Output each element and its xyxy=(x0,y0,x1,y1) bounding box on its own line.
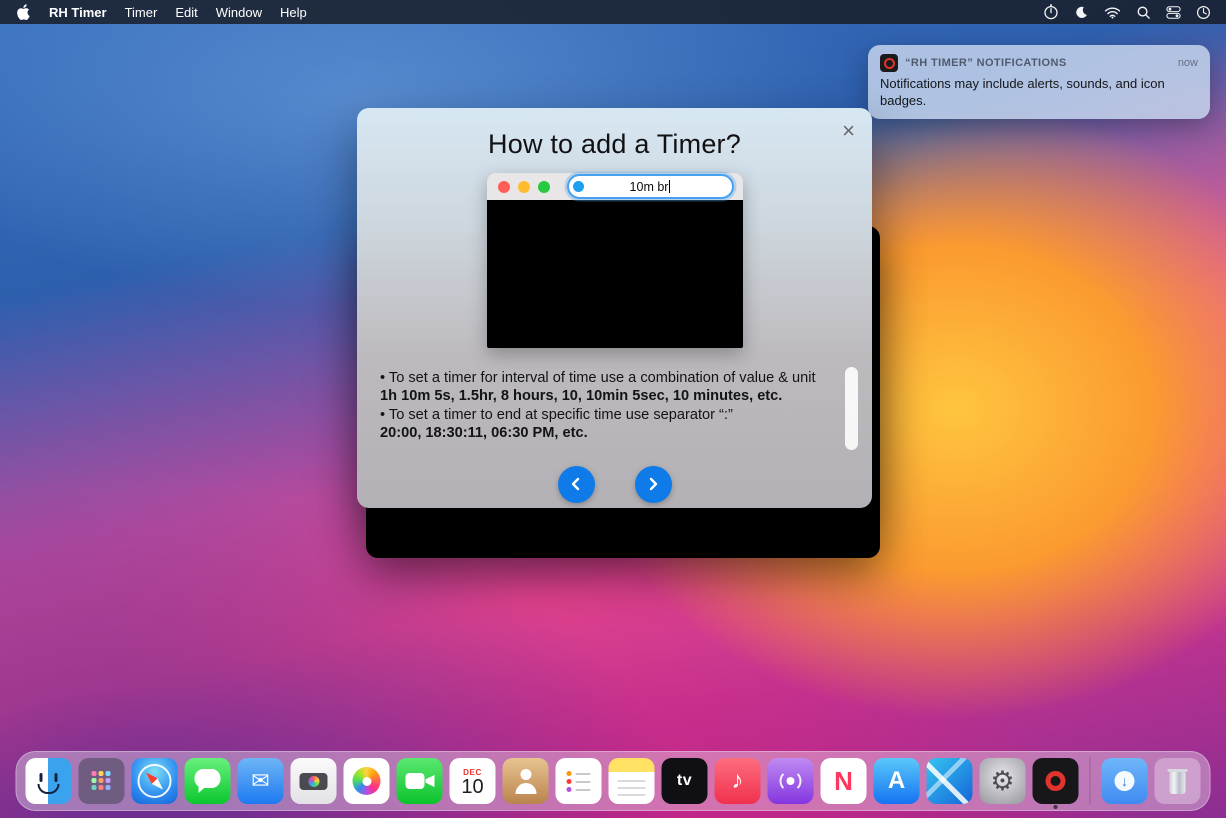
apple-logo-icon xyxy=(17,4,30,20)
dock-item-facetime[interactable] xyxy=(397,758,443,804)
rh-timer-app-icon xyxy=(880,54,898,72)
do-not-disturb-icon[interactable] xyxy=(1074,5,1089,20)
demo-input-value: 10m br xyxy=(630,180,669,194)
dock-item-notes[interactable] xyxy=(609,758,655,804)
instructions-block: • To set a timer for interval of time us… xyxy=(380,369,842,443)
dock-item-news[interactable]: N xyxy=(821,758,867,804)
traffic-zoom-icon xyxy=(538,181,550,193)
instruction-line: • To set a timer to end at specific time… xyxy=(380,406,842,424)
dock-item-rh-timer[interactable] xyxy=(1033,758,1079,804)
menu-window[interactable]: Window xyxy=(207,5,271,20)
tv-icon: tv xyxy=(677,772,692,790)
desktop-wallpaper[interactable]: RH Timer Timer Edit Window Help xyxy=(0,0,1226,818)
dock-item-reminders[interactable] xyxy=(556,758,602,804)
dock-item-contacts[interactable] xyxy=(503,758,549,804)
running-indicator xyxy=(1054,805,1058,809)
wifi-icon[interactable] xyxy=(1104,6,1121,19)
dock-item-system-preferences[interactable]: ⚙ xyxy=(980,758,1026,804)
notification-banner[interactable]: “RH TIMER” NOTIFICATIONS now Notificatio… xyxy=(868,45,1210,119)
tutorial-nav xyxy=(357,466,872,503)
demo-timer-input: 10m br xyxy=(567,174,734,199)
dock-item-maps[interactable] xyxy=(927,758,973,804)
notification-time: now xyxy=(1178,57,1198,69)
dialog-scrollbar-thumb[interactable] xyxy=(845,367,858,450)
chevron-right-icon xyxy=(643,474,663,494)
notification-title: “RH TIMER” NOTIFICATIONS xyxy=(905,57,1067,69)
menu-bar: RH Timer Timer Edit Window Help xyxy=(0,0,1226,24)
close-icon[interactable]: × xyxy=(842,120,855,142)
menu-help[interactable]: Help xyxy=(271,5,316,20)
dock-item-app-store[interactable]: A xyxy=(874,758,920,804)
dock-item-tv[interactable]: tv xyxy=(662,758,708,804)
spotlight-icon[interactable] xyxy=(1136,5,1151,20)
instruction-line: 20:00, 18:30:11, 06:30 PM, etc. xyxy=(380,424,842,442)
dock-item-podcasts[interactable] xyxy=(768,758,814,804)
dock-item-trash[interactable] xyxy=(1155,758,1201,804)
instruction-line: • To set a timer for interval of time us… xyxy=(380,369,842,387)
demo-video-area xyxy=(487,200,743,348)
mail-icon: ✉ xyxy=(251,768,269,794)
dock-item-safari[interactable] xyxy=(132,758,178,804)
gear-icon: ⚙ xyxy=(990,766,1014,797)
dock-item-photo-booth[interactable] xyxy=(291,758,337,804)
demo-titlebar: 10m br xyxy=(487,173,743,200)
notification-body: Notifications may include alerts, sounds… xyxy=(880,76,1198,109)
dialog-title: How to add a Timer? xyxy=(357,108,872,160)
dock: ✉ DEC 10 tv ♪ N A ⚙ ↓ xyxy=(16,751,1211,811)
dock-item-calendar[interactable]: DEC 10 xyxy=(450,758,496,804)
menu-timer[interactable]: Timer xyxy=(116,5,167,20)
dock-separator xyxy=(1090,757,1091,805)
menu-edit[interactable]: Edit xyxy=(166,5,206,20)
instruction-line: 1h 10m 5s, 1.5hr, 8 hours, 10, 10min 5se… xyxy=(380,387,842,405)
chevron-left-icon xyxy=(566,474,586,494)
dock-item-launchpad[interactable] xyxy=(79,758,125,804)
timer-dot-icon xyxy=(573,181,584,192)
calendar-day-label: 10 xyxy=(461,777,483,798)
text-caret xyxy=(669,180,670,193)
clock-icon[interactable] xyxy=(1196,5,1211,20)
download-arrow-icon: ↓ xyxy=(1115,771,1135,791)
dock-item-photos[interactable] xyxy=(344,758,390,804)
music-note-icon: ♪ xyxy=(732,767,744,795)
dock-item-finder[interactable] xyxy=(26,758,72,804)
dock-item-downloads[interactable]: ↓ xyxy=(1102,758,1148,804)
menu-app-name[interactable]: RH Timer xyxy=(40,5,116,20)
app-store-icon: A xyxy=(888,767,905,795)
dock-item-messages[interactable] xyxy=(185,758,231,804)
prev-button[interactable] xyxy=(558,466,595,503)
traffic-close-icon xyxy=(498,181,510,193)
demo-mini-window: 10m br xyxy=(487,173,743,348)
news-icon: N xyxy=(834,766,853,797)
control-center-icon[interactable] xyxy=(1166,5,1181,20)
tutorial-dialog: × How to add a Timer? 10m br • To set a … xyxy=(357,108,872,508)
next-button[interactable] xyxy=(635,466,672,503)
dock-item-mail[interactable]: ✉ xyxy=(238,758,284,804)
apple-menu[interactable] xyxy=(0,4,40,20)
traffic-minimize-icon xyxy=(518,181,530,193)
timer-menu-icon[interactable] xyxy=(1043,4,1059,20)
dock-item-music[interactable]: ♪ xyxy=(715,758,761,804)
